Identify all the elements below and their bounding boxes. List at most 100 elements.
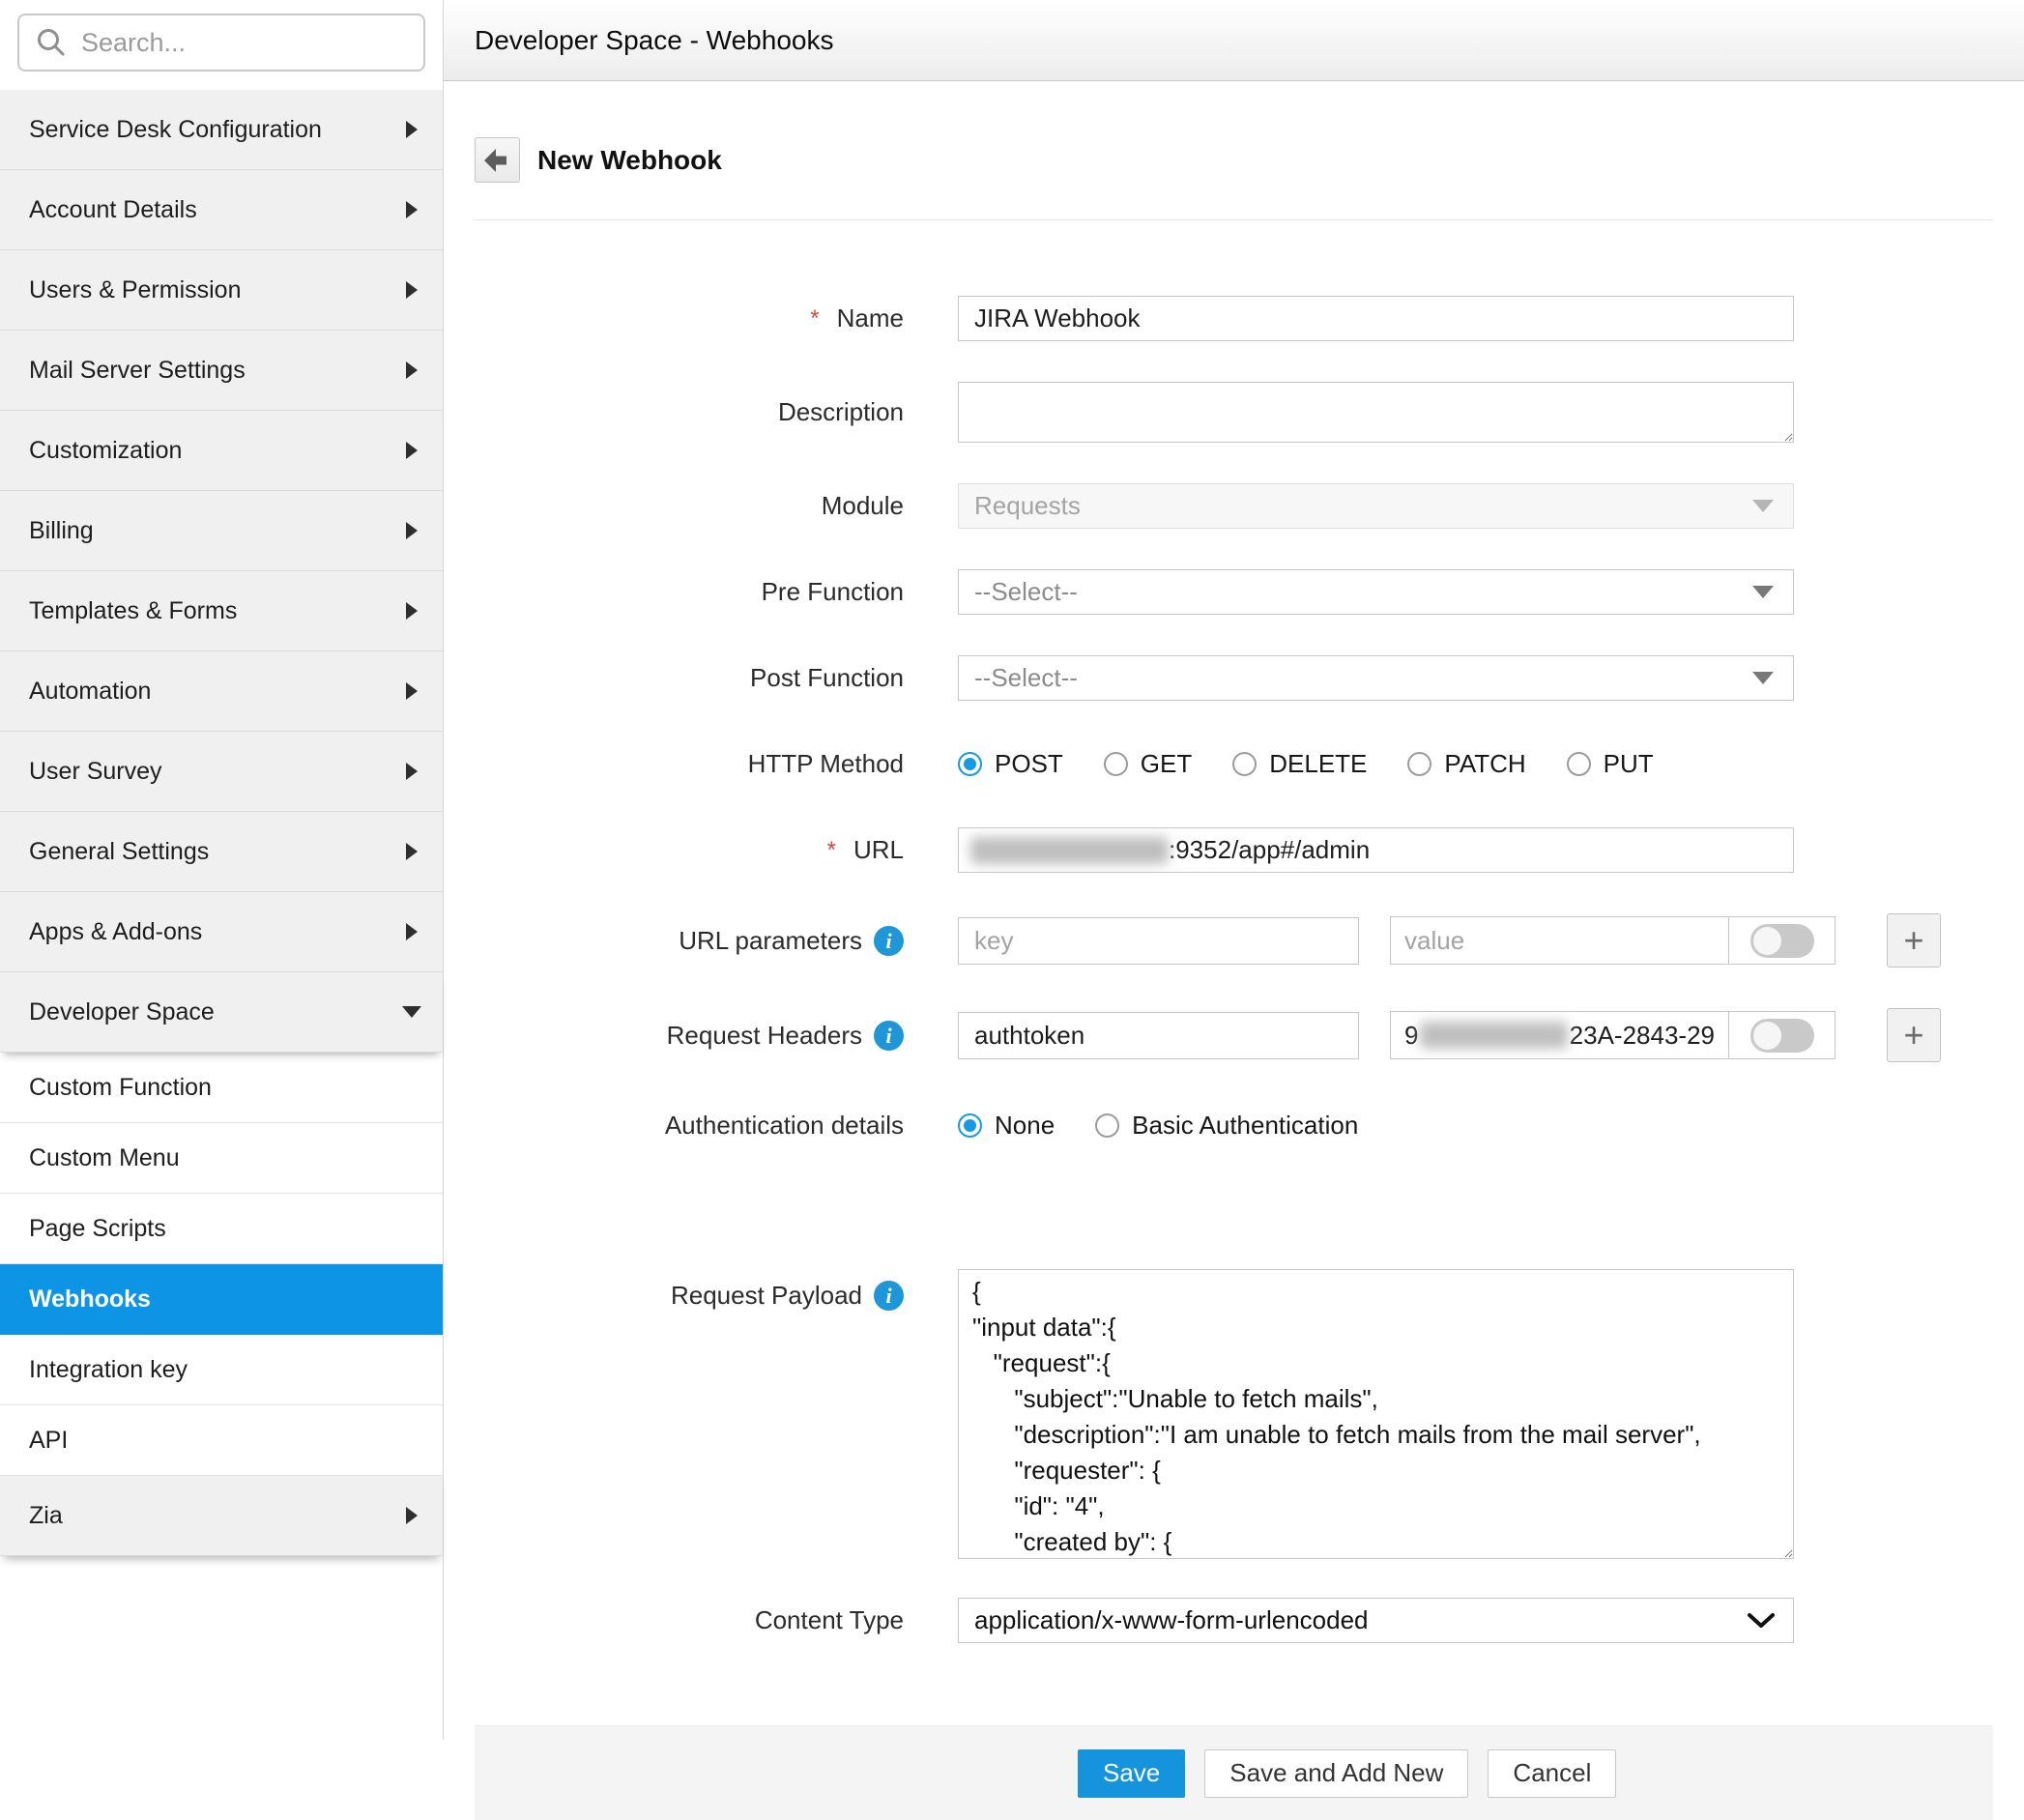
sidebar-item-user-survey[interactable]: User Survey — [0, 732, 443, 812]
add-url-parameter-button[interactable]: + — [1887, 913, 1941, 968]
sidebar-item-custom-function[interactable]: Custom Function — [0, 1053, 443, 1123]
request-header-toggle[interactable] — [1749, 1018, 1814, 1053]
request-header-key-input[interactable] — [958, 1011, 1359, 1059]
developer-space-submenu: Custom Function Custom Menu Page Scripts… — [0, 1053, 443, 1476]
sidebar-item-custom-menu[interactable]: Custom Menu — [0, 1123, 443, 1194]
sidebar-item-mail-server-settings[interactable]: Mail Server Settings — [0, 331, 443, 411]
url-label: * URL — [475, 827, 904, 873]
info-icon[interactable]: i — [874, 1281, 904, 1311]
add-request-header-button[interactable]: + — [1887, 1008, 1941, 1062]
sidebar-item-api[interactable]: API — [0, 1405, 443, 1476]
search-input[interactable] — [81, 27, 423, 58]
url-parameter-key-input[interactable] — [958, 916, 1359, 965]
sidebar-item-developer-space[interactable]: Developer Space — [0, 972, 443, 1053]
http-method-options: POST GET DELETE PATCH PUT — [958, 749, 1654, 779]
sidebar-item-automation[interactable]: Automation — [0, 651, 443, 732]
sidebar-item-account-details[interactable]: Account Details — [0, 170, 443, 250]
back-button[interactable] — [475, 137, 520, 183]
url-parameter-toggle[interactable] — [1749, 923, 1814, 958]
sidebar-item-customization[interactable]: Customization — [0, 411, 443, 491]
required-asterisk: * — [826, 837, 836, 863]
sidebar-item-billing[interactable]: Billing — [0, 491, 443, 571]
radio-get[interactable]: GET — [1103, 749, 1192, 779]
save-button[interactable]: Save — [1078, 1748, 1186, 1798]
description-textarea[interactable] — [958, 382, 1794, 443]
module-row: Module Requests — [475, 483, 1993, 529]
search-icon — [38, 29, 65, 56]
sidebar-item-page-scripts[interactable]: Page Scripts — [0, 1194, 443, 1264]
toggle-knob — [1752, 926, 1781, 955]
url-parameter-value-box: value — [1390, 916, 1836, 965]
post-function-row: Post Function --Select-- — [475, 655, 1993, 701]
sidebar-item-label: Zia — [29, 1501, 63, 1529]
url-input[interactable]: :9352/app#/admin — [958, 827, 1794, 873]
pre-function-select[interactable]: --Select-- — [958, 569, 1794, 615]
sidebar-item-label: Service Desk Configuration — [29, 115, 322, 143]
sidebar-item-webhooks[interactable]: Webhooks — [0, 1264, 443, 1335]
chevron-right-icon — [406, 923, 418, 940]
radio-put[interactable]: PUT — [1566, 749, 1654, 779]
request-header-value-input[interactable]: 9 23A-2843-29 — [1391, 1012, 1728, 1058]
request-headers-label: Request Headers i — [475, 1013, 904, 1058]
title-divider — [475, 219, 1993, 220]
request-payload-textarea[interactable]: { "input data":{ "request":{ "subject":"… — [958, 1269, 1794, 1559]
post-function-select[interactable]: --Select-- — [958, 655, 1794, 701]
sidebar-item-users-permission[interactable]: Users & Permission — [0, 250, 443, 331]
sidebar-item-general-settings[interactable]: General Settings — [0, 812, 443, 892]
pre-function-label: Pre Function — [761, 577, 904, 606]
radio-post[interactable]: POST — [958, 749, 1063, 779]
info-icon[interactable]: i — [874, 925, 904, 956]
chevron-right-icon — [406, 522, 418, 539]
chevron-right-icon — [406, 121, 418, 138]
sidebar-item-label: Billing — [29, 516, 94, 544]
radio-patch[interactable]: PATCH — [1407, 749, 1526, 779]
radio-basic-authentication[interactable]: Basic Authentication — [1095, 1111, 1358, 1141]
sidebar-item-label: Customization — [29, 436, 183, 464]
sidebar-item-label: User Survey — [29, 757, 162, 785]
request-header-value-box: 9 23A-2843-29 — [1390, 1011, 1836, 1059]
back-arrow-icon — [483, 148, 506, 172]
module-select: Requests — [958, 483, 1794, 529]
radio-delete[interactable]: DELETE — [1232, 749, 1367, 779]
required-asterisk: * — [810, 305, 820, 332]
chevron-right-icon — [406, 361, 418, 379]
pre-function-row: Pre Function --Select-- — [475, 569, 1993, 615]
sidebar-item-label: Mail Server Settings — [29, 356, 246, 384]
radio-auth-none[interactable]: None — [958, 1111, 1055, 1141]
http-method-row: HTTP Method POST GET DELETE PATCH PUT — [475, 741, 1993, 787]
sidebar-search[interactable] — [17, 14, 425, 72]
content-area: New Webhook * Name Descript — [444, 81, 2024, 1820]
sidebar-item-integration-key[interactable]: Integration key — [0, 1335, 443, 1405]
request-headers-row: Request Headers i 9 23A-2843-29 — [475, 1008, 1993, 1062]
info-icon[interactable]: i — [874, 1020, 904, 1051]
sidebar-item-label: Account Details — [29, 195, 197, 223]
request-payload-row: Request Payload i { "input data":{ "requ… — [475, 1269, 1993, 1559]
chevron-right-icon — [406, 281, 418, 299]
submenu-item-label: Custom Function — [29, 1073, 212, 1101]
request-header-toggle-cell — [1728, 1012, 1835, 1058]
sidebar-item-zia[interactable]: Zia — [0, 1476, 443, 1556]
submenu-item-label: Custom Menu — [29, 1143, 180, 1171]
radio-selected-icon — [958, 752, 982, 776]
page-title: New Webhook — [537, 144, 722, 175]
http-method-label: HTTP Method — [747, 749, 904, 778]
content-type-select[interactable]: application/x-www-form-urlencoded — [958, 1598, 1794, 1643]
app-window: Service Desk Configuration Account Detai… — [0, 0, 2024, 1820]
cancel-button[interactable]: Cancel — [1488, 1748, 1617, 1798]
name-input[interactable] — [958, 296, 1794, 341]
dropdown-arrow-icon — [1752, 672, 1774, 684]
url-row: * URL :9352/app#/admin — [475, 827, 1993, 873]
sidebar-item-service-desk-configuration[interactable]: Service Desk Configuration — [0, 90, 443, 170]
authentication-label: Authentication details — [664, 1111, 904, 1140]
save-and-add-new-button[interactable]: Save and Add New — [1204, 1748, 1469, 1798]
sidebar-item-apps-addons[interactable]: Apps & Add-ons — [0, 892, 443, 972]
description-label: Description — [777, 397, 904, 426]
main-panel: Developer Space - Webhooks New Webhook * — [444, 0, 2024, 1820]
url-parameters-label: URL parameters i — [475, 918, 904, 964]
sidebar-item-label: Apps & Add-ons — [29, 917, 203, 945]
sidebar-item-label: Developer Space — [29, 997, 215, 1026]
url-parameter-value-input[interactable]: value — [1391, 917, 1728, 964]
chevron-right-icon — [406, 763, 418, 780]
sidebar-item-templates-forms[interactable]: Templates & Forms — [0, 571, 443, 651]
content-type-label: Content Type — [754, 1605, 904, 1634]
